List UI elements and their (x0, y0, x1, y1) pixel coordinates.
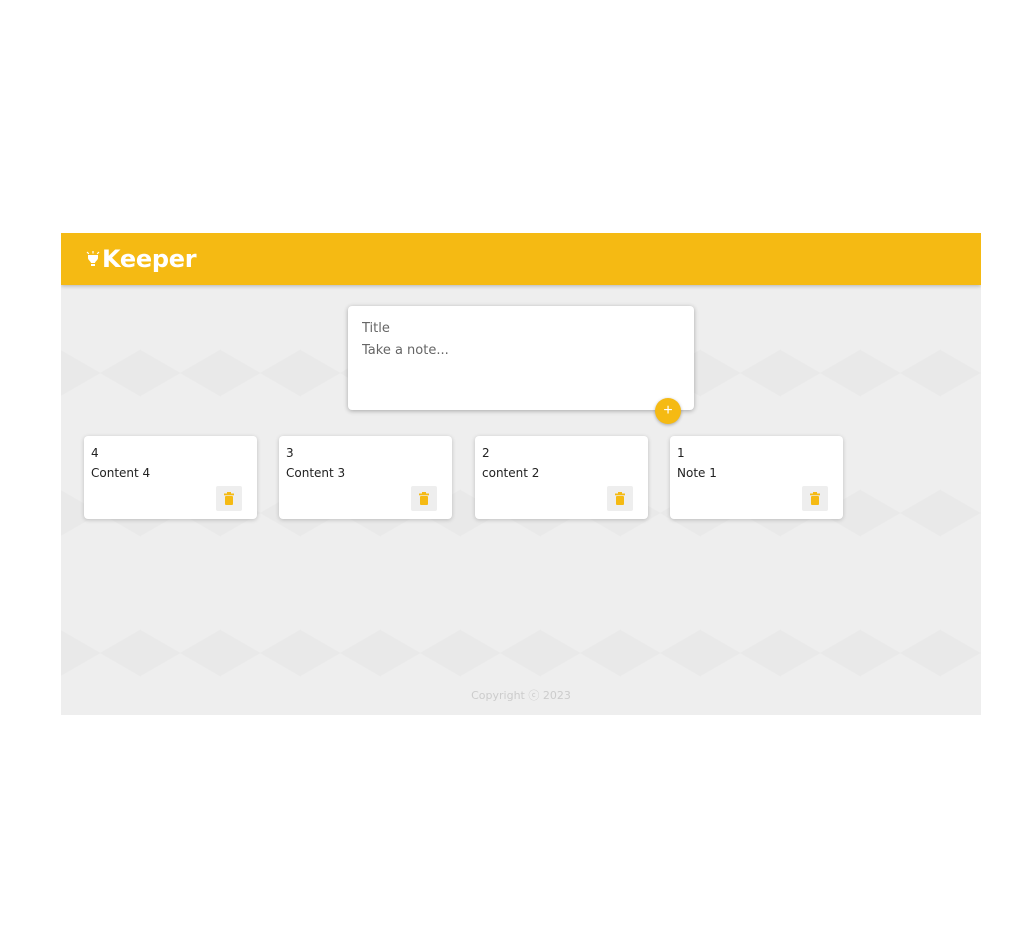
app-container: Keeper + 4 Content 4 3 Content 3 2 (61, 233, 981, 715)
footer: Copyright ⓒ 2023 (61, 687, 981, 703)
note-content: Content 4 (91, 466, 151, 480)
add-note-button[interactable]: + (655, 398, 681, 424)
create-note-form (348, 306, 694, 410)
note-title: 4 (91, 446, 99, 460)
note-title: 1 (677, 446, 685, 460)
header: Keeper (61, 233, 981, 285)
trash-icon (615, 492, 625, 505)
note-content: Note 1 (677, 466, 717, 480)
trash-icon (810, 492, 820, 505)
note-card: 1 Note 1 (670, 436, 843, 519)
app-logo-text: Keeper (102, 245, 197, 273)
note-content: Content 3 (286, 466, 346, 480)
delete-note-button[interactable] (411, 486, 437, 511)
copyright-text: Copyright ⓒ 2023 (471, 689, 571, 702)
delete-note-button[interactable] (216, 486, 242, 511)
note-card: 2 content 2 (475, 436, 648, 519)
lightbulb-icon (86, 251, 100, 266)
trash-icon (419, 492, 429, 505)
delete-note-button[interactable] (607, 486, 633, 511)
trash-icon (224, 492, 234, 505)
note-content-input[interactable] (362, 343, 680, 383)
note-title-input[interactable] (362, 321, 680, 336)
delete-note-button[interactable] (802, 486, 828, 511)
note-title: 2 (482, 446, 490, 460)
note-card: 3 Content 3 (279, 436, 452, 519)
note-title: 3 (286, 446, 294, 460)
note-card: 4 Content 4 (84, 436, 257, 519)
note-content: content 2 (482, 466, 540, 480)
